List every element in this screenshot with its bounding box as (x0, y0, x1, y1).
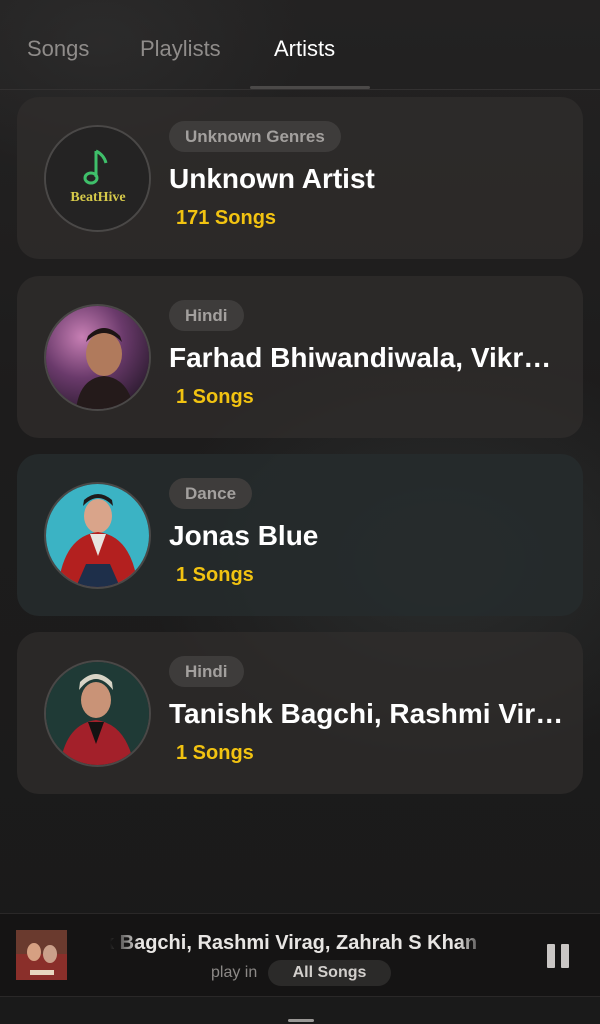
gesture-bar (288, 1019, 314, 1022)
marquee-fade-left (110, 932, 140, 958)
song-count: 1 Songs (176, 564, 254, 586)
genre-badge: Dance (169, 478, 253, 509)
artist-avatar (44, 304, 151, 411)
artist-card-unknown-artist[interactable]: BeatHive Unknown Genres Unknown Artist 1… (17, 97, 583, 259)
song-count: 1 Songs (176, 386, 254, 408)
tab-artists[interactable]: Artists (274, 36, 335, 62)
pause-button[interactable] (540, 938, 576, 974)
artist-avatar: BeatHive (44, 125, 151, 232)
now-playing-title[interactable]: Tanishk Bagchi, Rashmi Virag, Zahrah S K… (110, 932, 488, 958)
artist-name: Farhad Bhiwandiwala, Vikram Montrose (169, 342, 565, 373)
genre-badge: Hindi (169, 300, 244, 331)
album-art (16, 930, 67, 980)
artist-name: Jonas Blue (169, 520, 319, 551)
artist-card-jonas-blue[interactable]: Dance Jonas Blue 1 Songs (17, 454, 583, 616)
artist-name: Tanishk Bagchi, Rashmi Virag, Zahrah S K… (169, 698, 565, 729)
play-in-label: play in (211, 964, 258, 981)
artist-photo (46, 662, 149, 765)
marquee-fade-right (458, 932, 488, 958)
artist-avatar (44, 660, 151, 767)
tab-bar: Songs Playlists Artists (0, 0, 600, 90)
artist-photo (46, 306, 149, 409)
beathive-logo: BeatHive (46, 127, 149, 230)
artist-avatar (44, 482, 151, 589)
song-count: 1 Songs (176, 742, 254, 764)
artist-photo (46, 484, 149, 587)
genre-badge: Hindi (169, 656, 244, 687)
logo-text: BeatHive (70, 190, 125, 205)
album-art-image (16, 930, 67, 980)
play-context-button[interactable]: All Songs (268, 960, 391, 986)
artist-name: Unknown Artist (169, 163, 375, 194)
artist-card-farhad-bhiwandiwala[interactable]: Hindi Farhad Bhiwandiwala, Vikram Montro… (17, 276, 583, 438)
tab-playlists[interactable]: Playlists (140, 36, 221, 62)
mini-player[interactable]: Tanishk Bagchi, Rashmi Virag, Zahrah S K… (0, 913, 600, 997)
song-count: 171 Songs (176, 207, 277, 229)
genre-badge: Unknown Genres (169, 121, 341, 152)
artist-card-tanishk-bagchi[interactable]: Hindi Tanishk Bagchi, Rashmi Virag, Zahr… (17, 632, 583, 794)
tab-songs[interactable]: Songs (27, 36, 89, 62)
now-playing-text: Tanishk Bagchi, Rashmi Virag, Zahrah S K… (110, 932, 478, 954)
active-tab-indicator (250, 86, 370, 89)
